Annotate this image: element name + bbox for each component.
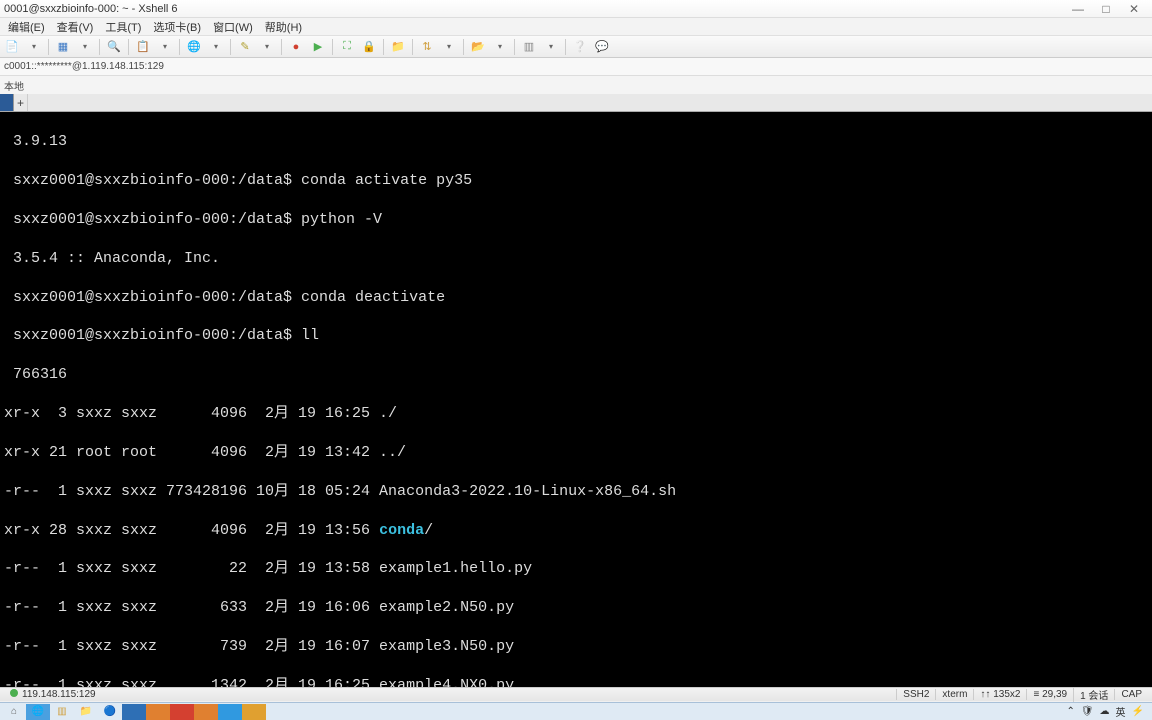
terminal-line: sxxz0001@sxxzbioinfo-000:/data$ python -… (4, 210, 1148, 229)
terminal-line: xr-x 28 sxxz sxxz 4096 2月 19 13:56 conda… (4, 521, 1148, 540)
task-app2-icon[interactable] (146, 704, 170, 720)
status-pos: ≡ 29,39 (1026, 689, 1073, 700)
titlebar: 0001@sxxzbioinfo-000: ~ - Xshell 6 — □ ✕ (0, 0, 1152, 18)
menubar: 编辑(E) 查看(V) 工具(T) 选项卡(B) 窗口(W) 帮助(H) (0, 18, 1152, 36)
terminal[interactable]: 3.9.13 sxxz0001@sxxzbioinfo-000:/data$ c… (0, 112, 1152, 687)
fullscreen-icon[interactable]: ⛶ (337, 38, 357, 56)
tray-net-icon[interactable]: ⚡ (1132, 706, 1144, 717)
folder-icon[interactable]: 📁 (388, 38, 408, 56)
menu-view[interactable]: 查看(V) (51, 19, 100, 35)
highlight-icon[interactable]: ✎ (235, 38, 255, 56)
record-icon[interactable]: ● (286, 38, 306, 56)
toolbar: 📄 ▾ ▦ ▾ 🔍 📋 ▾ 🌐 ▾ ✎ ▾ ● ▶ ⛶ 🔒 📁 ⇅ ▾ 📂 ▾ … (0, 36, 1152, 58)
connected-icon (10, 689, 18, 697)
session-tab[interactable] (0, 94, 14, 111)
terminal-line: sxxz0001@sxxzbioinfo-000:/data$ ll (4, 326, 1148, 345)
status-sessions: 1 会话 (1073, 687, 1114, 702)
crumb-local[interactable]: 本地 (4, 78, 24, 93)
task-app4-icon[interactable] (194, 704, 218, 720)
dropdown-icon[interactable]: ▾ (75, 38, 95, 56)
dropdown-icon[interactable]: ▾ (206, 38, 226, 56)
task-app3-icon[interactable] (170, 704, 194, 720)
globe-icon[interactable]: 🌐 (184, 38, 204, 56)
minimize-button[interactable]: — (1064, 2, 1092, 16)
terminal-line: -r-- 1 sxxz sxxz 773428196 10月 18 05:24 … (4, 482, 1148, 501)
task-app1-icon[interactable] (122, 704, 146, 720)
address-text[interactable]: c0001::*********@1.119.148.115:129 (4, 61, 164, 72)
menu-edit[interactable]: 编辑(E) (2, 19, 51, 35)
copy-icon[interactable]: 📋 (133, 38, 153, 56)
lock-icon[interactable]: 🔒 (359, 38, 379, 56)
statusbar: 119.148.115:129 SSH2 xterm ↑↑ 135x2 ≡ 29… (0, 687, 1152, 701)
task-folder-icon[interactable]: 📁 (74, 704, 98, 720)
play-icon[interactable]: ▶ (308, 38, 328, 56)
menu-window[interactable]: 窗口(W) (207, 19, 259, 35)
tray-up-icon[interactable]: ⌃ (1066, 706, 1074, 717)
terminal-line: sxxz0001@sxxzbioinfo-000:/data$ conda ac… (4, 171, 1148, 190)
chat-icon[interactable]: 💬 (592, 38, 612, 56)
crumbbar: 本地 (0, 76, 1152, 94)
terminal-line: -r-- 1 sxxz sxxz 633 2月 19 16:06 example… (4, 598, 1148, 617)
terminal-line: -r-- 1 sxxz sxxz 739 2月 19 16:07 example… (4, 637, 1148, 656)
terminal-line: 3.9.13 (4, 132, 1148, 151)
terminal-line: xr-x 3 sxxz sxxz 4096 2月 19 16:25 ./ (4, 404, 1148, 423)
menu-help[interactable]: 帮助(H) (259, 19, 308, 35)
status-cap: CAP (1114, 689, 1148, 700)
tabstrip: + (0, 94, 1152, 112)
tray-security-icon[interactable]: 🛡 (1081, 706, 1094, 717)
task-app6-icon[interactable] (242, 704, 266, 720)
maximize-button[interactable]: □ (1092, 2, 1120, 16)
start-icon[interactable]: ⌂ (2, 704, 26, 720)
tray-ime[interactable]: 英 (1116, 704, 1126, 719)
dropdown-icon[interactable]: ▾ (24, 38, 44, 56)
status-host: 119.148.115:129 (4, 689, 102, 700)
task-fileexp-icon[interactable]: ▥ (50, 704, 74, 720)
terminal-line: 766316 (4, 365, 1148, 384)
tray-cloud-icon[interactable]: ☁ (1100, 706, 1110, 717)
status-size: ↑↑ 135x2 (973, 689, 1026, 700)
close-button[interactable]: ✕ (1120, 2, 1148, 16)
menu-tools[interactable]: 工具(T) (99, 19, 147, 35)
dropdown-icon[interactable]: ▾ (439, 38, 459, 56)
terminal-line: xr-x 21 root root 4096 2月 19 13:42 ../ (4, 443, 1148, 462)
find-icon[interactable]: 🔍 (104, 38, 124, 56)
conda-dir: conda (379, 522, 424, 539)
open-folder-icon[interactable]: 📂 (468, 38, 488, 56)
system-tray: ⌃ 🛡 ☁ 英 ⚡ (1066, 704, 1150, 719)
dropdown-icon[interactable]: ▾ (541, 38, 561, 56)
status-ssh: SSH2 (896, 689, 935, 700)
dropdown-icon[interactable]: ▾ (490, 38, 510, 56)
os-taskbar: ⌂ 🌐 ▥ 📁 🔵 ⌃ 🛡 ☁ 英 ⚡ (0, 702, 1152, 720)
add-tab-button[interactable]: + (14, 94, 28, 111)
window-title: 0001@sxxzbioinfo-000: ~ - Xshell 6 (4, 3, 178, 15)
dropdown-icon[interactable]: ▾ (257, 38, 277, 56)
terminal-line: -r-- 1 sxxz sxxz 22 2月 19 13:58 example1… (4, 559, 1148, 578)
terminal-line: sxxz0001@sxxzbioinfo-000:/data$ conda de… (4, 288, 1148, 307)
layout-icon[interactable]: ▥ (519, 38, 539, 56)
open-icon[interactable]: ▦ (53, 38, 73, 56)
help-icon[interactable]: ❔ (570, 38, 590, 56)
task-app5-icon[interactable] (218, 704, 242, 720)
new-session-icon[interactable]: 📄 (2, 38, 22, 56)
terminal-line: 3.5.4 :: Anaconda, Inc. (4, 249, 1148, 268)
addressbar: c0001::*********@1.119.148.115:129 (0, 58, 1152, 76)
dropdown-icon[interactable]: ▾ (155, 38, 175, 56)
transfer-icon[interactable]: ⇅ (417, 38, 437, 56)
status-term: xterm (935, 689, 973, 700)
task-chrome-icon[interactable]: 🔵 (98, 704, 122, 720)
terminal-line: -r-- 1 sxxz sxxz 1342 2月 19 16:25 exampl… (4, 676, 1148, 687)
menu-tabs[interactable]: 选项卡(B) (147, 19, 207, 35)
task-explorer-icon[interactable]: 🌐 (26, 704, 50, 720)
